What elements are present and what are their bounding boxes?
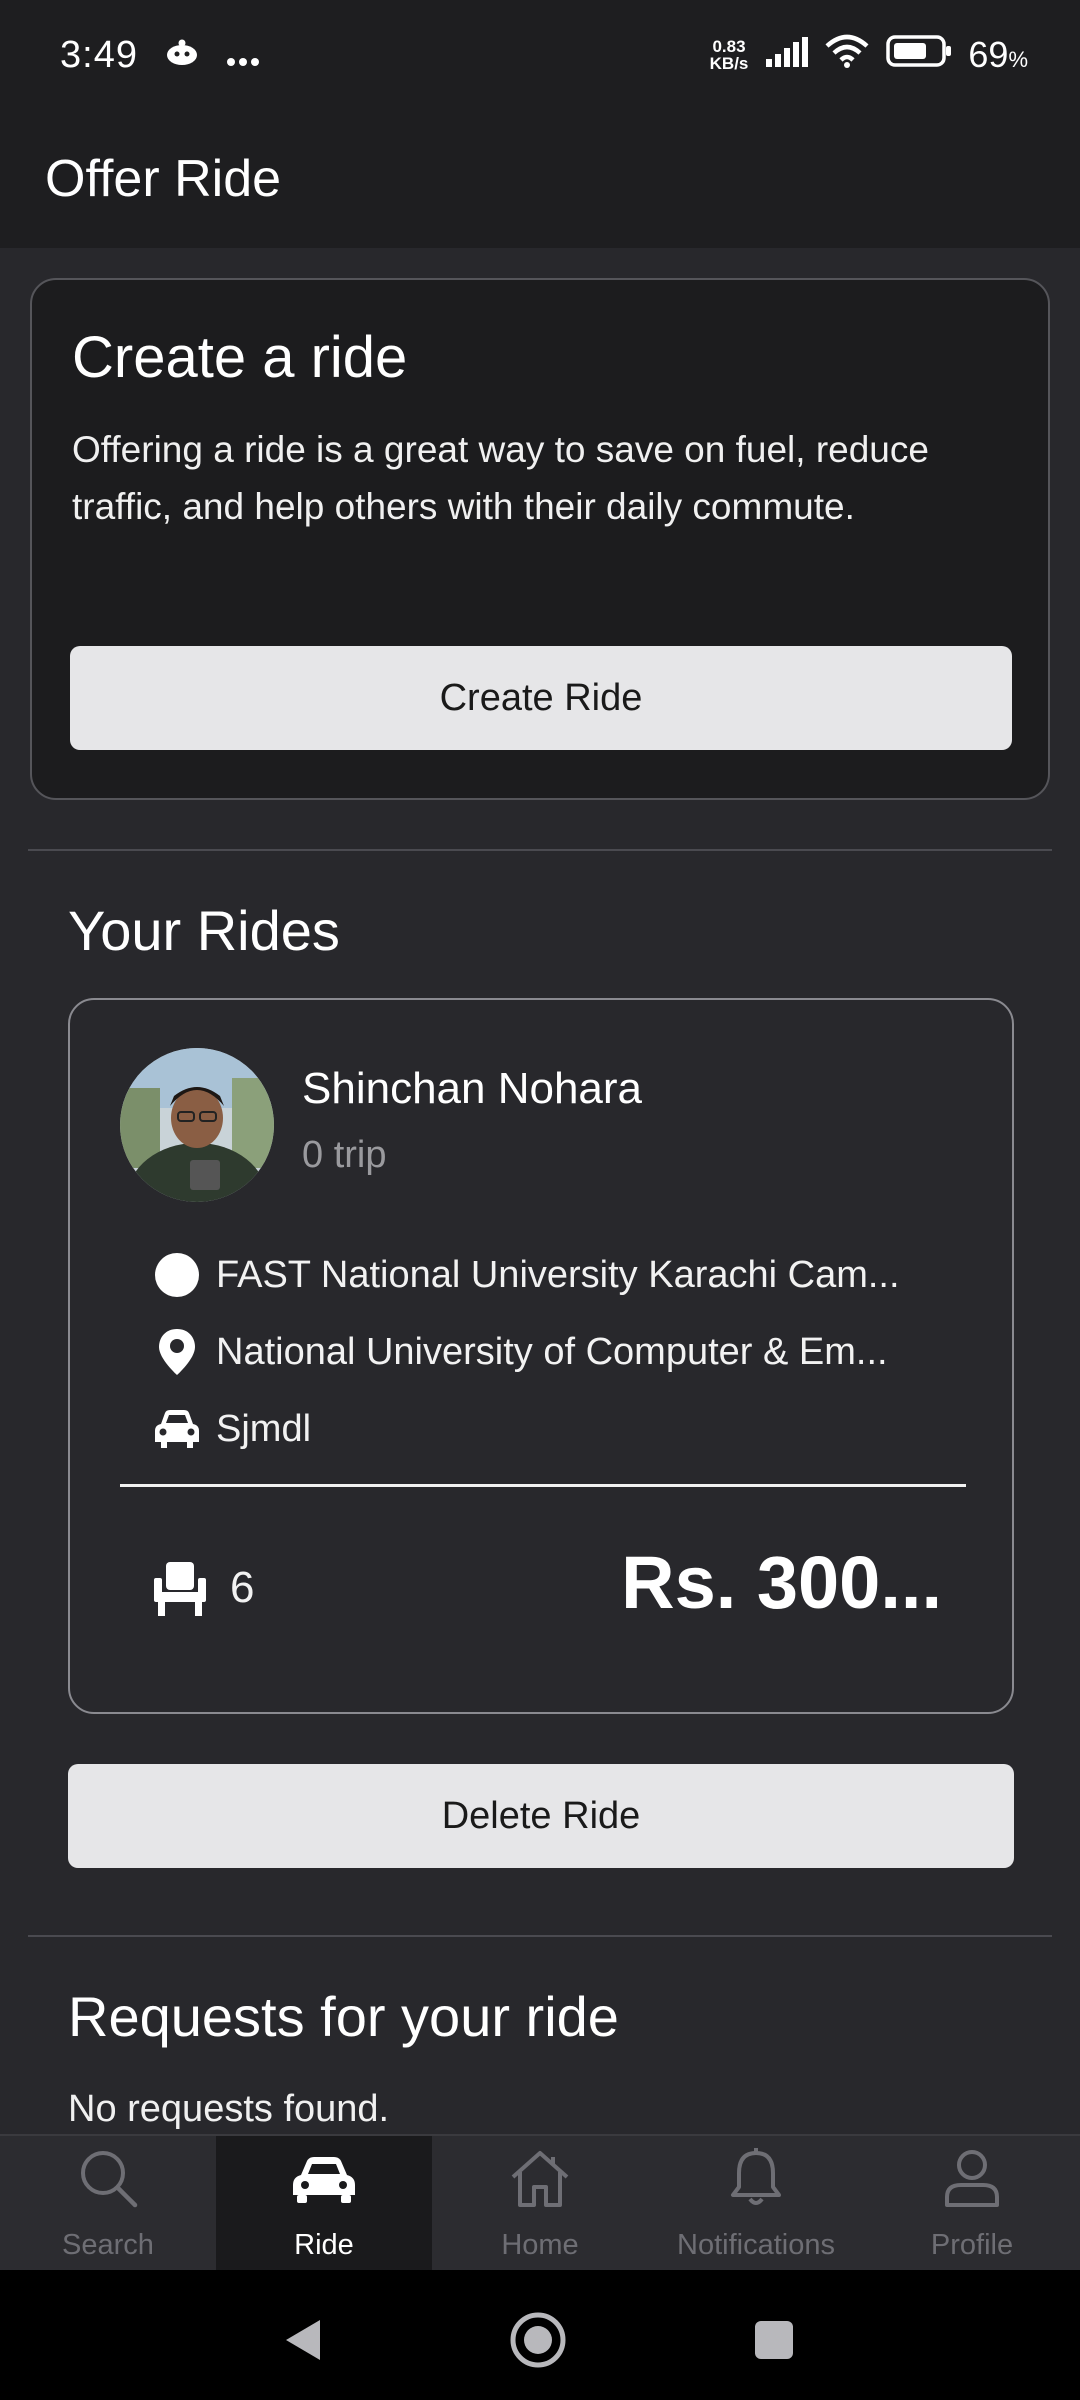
person-icon: [939, 2145, 1005, 2219]
car-icon: [291, 2145, 357, 2219]
seat-icon: [148, 1556, 212, 1620]
search-icon: [75, 2145, 141, 2219]
ride-price: Rs. 300...: [621, 1541, 942, 1624]
ride-card[interactable]: Shinchan Nohara 0 trip FAST National Uni…: [68, 998, 1014, 1714]
vehicle-label: Sjmdl: [216, 1407, 312, 1450]
nav-label: Home: [501, 2228, 579, 2261]
section-divider: [28, 849, 1052, 851]
status-time: 3:49: [60, 33, 138, 76]
nav-item-ride[interactable]: Ride: [216, 2136, 432, 2270]
destination-label: National University of Computer & Em...: [216, 1330, 888, 1373]
nav-item-home[interactable]: Home: [432, 2136, 648, 2270]
create-ride-description: Offering a ride is a great way to save o…: [72, 429, 929, 527]
vehicle-row: Sjmdl: [150, 1404, 311, 1454]
seats-info: 6: [148, 1556, 254, 1620]
nav-item-search[interactable]: Search: [0, 2136, 216, 2270]
nav-item-notifications[interactable]: Notifications: [648, 2136, 864, 2270]
origin-dot-icon: [150, 1250, 204, 1300]
signal-icon: [764, 34, 809, 76]
app-bar: Offer Ride: [0, 110, 1080, 248]
driver-name: Shinchan Nohara: [302, 1064, 643, 1113]
requests-title: Requests for your ride: [68, 1985, 619, 2048]
nav-item-profile[interactable]: Profile: [864, 2136, 1080, 2270]
destination-row: National University of Computer & Em...: [150, 1327, 888, 1377]
seats-count: 6: [230, 1563, 255, 1612]
system-nav-bar: [0, 2270, 1080, 2400]
nav-label: Notifications: [677, 2228, 835, 2261]
home-circle-icon[interactable]: [508, 2310, 568, 2370]
create-ride-button[interactable]: Create Ride: [70, 646, 1012, 750]
no-requests-text: No requests found.: [68, 2088, 390, 2130]
delete-ride-button[interactable]: Delete Ride: [68, 1764, 1014, 1868]
car-icon: [150, 1404, 204, 1454]
battery-percent: 69%: [968, 34, 1028, 75]
section-divider: [28, 1935, 1052, 1937]
create-ride-title: Create a ride: [72, 325, 408, 390]
trip-count: 0 trip: [302, 1134, 387, 1176]
bottom-nav: Search Ride Home Notifications Profile: [0, 2134, 1080, 2270]
more-dots-icon: [226, 34, 260, 76]
origin-row: FAST National University Karachi Cam...: [150, 1250, 900, 1300]
status-bar: 3:49 0.83 KB/s 69%: [0, 0, 1080, 110]
battery-icon: [886, 34, 952, 76]
net-speed: 0.83 KB/s: [709, 37, 749, 73]
nav-label: Ride: [294, 2228, 354, 2261]
avatar: [120, 1048, 274, 1202]
recents-icon[interactable]: [744, 2310, 804, 2370]
origin-label: FAST National University Karachi Cam...: [216, 1253, 900, 1296]
ride-card-divider: [120, 1484, 966, 1487]
nav-label: Search: [62, 2228, 154, 2261]
notification-app-icon: [164, 34, 200, 76]
bell-icon: [723, 2145, 789, 2219]
back-icon[interactable]: [272, 2310, 332, 2370]
nav-label: Profile: [930, 2228, 1014, 2261]
your-rides-title: Your Rides: [68, 899, 340, 962]
location-pin-icon: [150, 1327, 204, 1377]
create-ride-card: Create a ride Offering a ride is a great…: [30, 278, 1050, 800]
home-icon: [507, 2145, 573, 2219]
page-title: Offer Ride: [45, 150, 282, 208]
wifi-icon: [824, 34, 870, 77]
